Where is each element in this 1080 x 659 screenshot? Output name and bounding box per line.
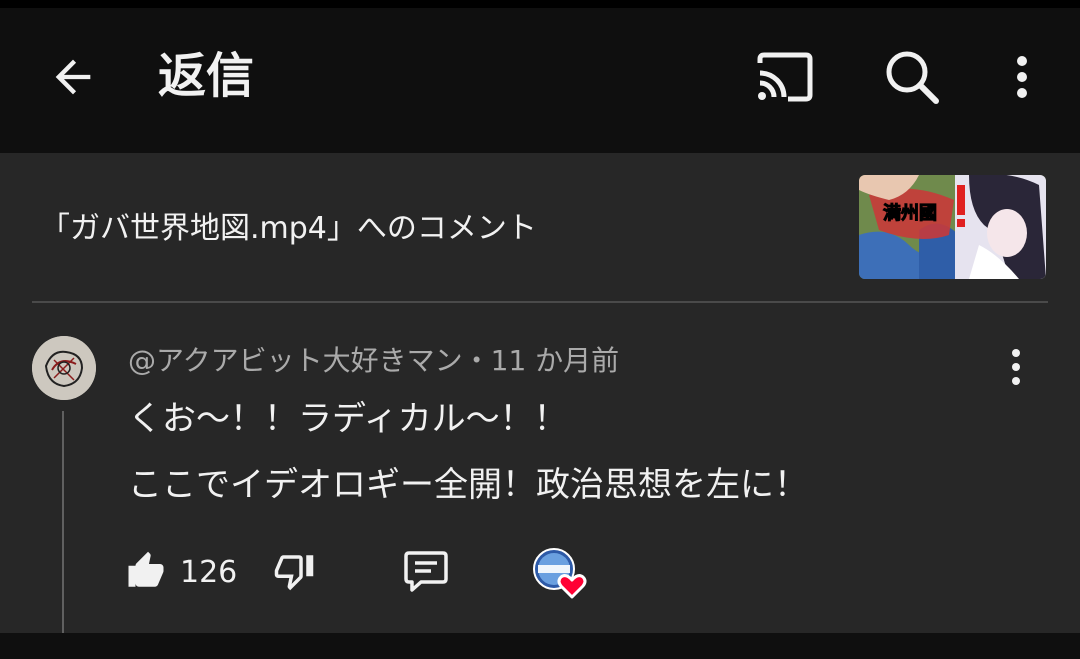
more-options-button[interactable]	[998, 44, 1046, 110]
replies-panel: 「ガバ世界地図.mp4」へのコメント 満州國 @アクアビット大好きマン・11 か…	[0, 153, 1080, 633]
avatar[interactable]	[32, 336, 96, 400]
arrow-back-icon	[55, 59, 91, 95]
like-count: 126	[180, 555, 238, 590]
thumbnail-caption: 満州國	[883, 202, 937, 224]
comment-time: 11 か月前	[490, 344, 620, 377]
comment-text-line: ここでイデオロギー全開！政治思想を左に！	[128, 465, 808, 505]
video-thumbnail[interactable]: 満州國	[859, 175, 1046, 279]
thumbs-up-icon	[128, 551, 164, 587]
comment-icon	[404, 551, 448, 592]
more-vert-icon	[1017, 56, 1027, 98]
back-button[interactable]	[40, 44, 106, 110]
like-button[interactable]	[122, 547, 170, 595]
video-comment-header[interactable]: 「ガバ世界地図.mp4」へのコメント	[40, 209, 537, 249]
creator-heart-badge	[530, 547, 592, 603]
avatar-image	[32, 336, 96, 400]
meta-separator: ・	[462, 344, 491, 377]
more-vert-icon	[1012, 349, 1020, 385]
comment-text-line: くお～！！ラディカル～！！	[128, 399, 568, 439]
comment-author[interactable]: @アクアビット大好きマン	[128, 344, 463, 377]
reply-button[interactable]	[400, 547, 452, 595]
search-button[interactable]	[878, 44, 946, 110]
reply-thread-line	[62, 411, 64, 633]
cast-button[interactable]	[748, 44, 820, 110]
comment-meta: @アクアビット大好きマン・11 か月前	[128, 341, 619, 381]
divider	[32, 301, 1048, 303]
creator-heart-icon	[533, 548, 587, 599]
comment-more-button[interactable]	[996, 339, 1036, 395]
dislike-button[interactable]	[270, 547, 318, 595]
thumbs-down-icon	[274, 555, 314, 591]
search-icon	[886, 51, 939, 104]
cast-icon	[757, 52, 813, 102]
thumbnail-image: 満州國	[859, 175, 1046, 279]
bottom-strip	[0, 633, 1080, 659]
page-title: 返信	[158, 48, 255, 104]
app-bar: 返信	[0, 8, 1080, 153]
status-strip	[0, 0, 1080, 8]
